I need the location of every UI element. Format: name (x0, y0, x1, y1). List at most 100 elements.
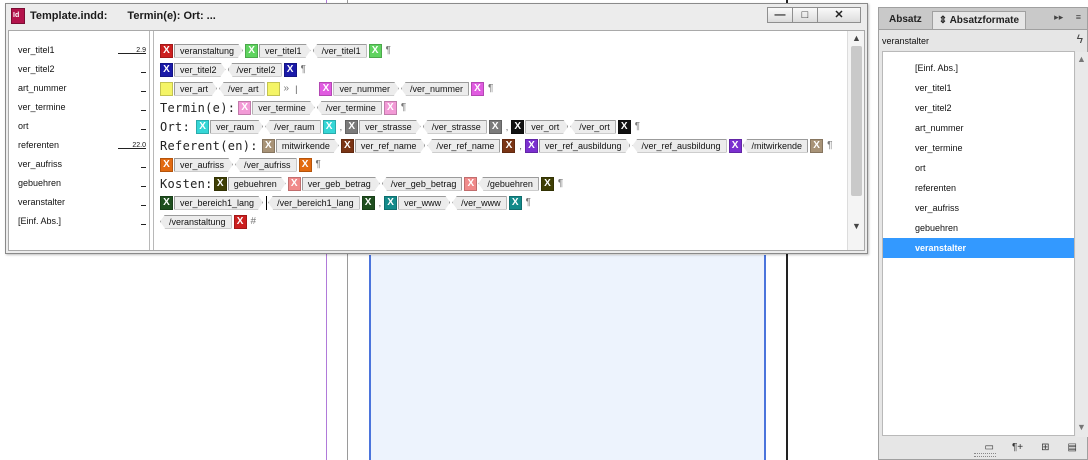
tag-ver-bereich1-lang-close[interactable]: /ver_bereich1_lang (268, 195, 360, 210)
depth-value: 22.0 (132, 142, 146, 149)
tag-gebuehren-close[interactable]: /gebuehren (478, 176, 539, 191)
tag-marker-ver-www-close: X (508, 195, 522, 210)
tag-marker-ver-aufriss: X (160, 157, 173, 172)
maximize-button[interactable]: □ (792, 7, 818, 23)
style-list-item[interactable]: art_nummer (883, 118, 1074, 138)
pilcrow: ¶ (300, 64, 306, 75)
tag-ver-www[interactable]: ver_www (398, 196, 450, 210)
collapse-icon[interactable]: ▸▸ (1054, 12, 1063, 22)
tag-ver-raum[interactable]: ver_raum (210, 120, 263, 134)
tag-ver-www-close[interactable]: /ver_www (452, 195, 507, 210)
delete-style-icon[interactable]: ▤ (1068, 442, 1077, 453)
tab-absatz[interactable]: Absatz (883, 11, 928, 29)
depth-rule (141, 224, 146, 225)
style-column-name: ver_titel2 (18, 64, 55, 74)
scroll-down-icon[interactable]: ▼ (1077, 422, 1086, 432)
tab-absatzformate[interactable]: ⇕ Absatzformate (931, 11, 1027, 29)
tag-mitwirkende-close[interactable]: /mitwirkende (742, 138, 809, 153)
tag-ver-aufriss[interactable]: ver_aufriss (174, 158, 233, 172)
tag-veranstaltung[interactable]: veranstaltung (174, 44, 243, 58)
current-style-label: veranstalter (882, 36, 930, 46)
tag-ver-titel1[interactable]: ver_titel1 (259, 44, 311, 58)
tag-ver-ref-ausbildung-close[interactable]: /ver_ref_ausbildung (632, 138, 727, 153)
tag-veranstaltung-close[interactable]: /veranstaltung (160, 214, 232, 229)
panel-menu-icon[interactable]: ≡ (1076, 12, 1081, 22)
tag-mitwirkende[interactable]: mitwirkende (276, 139, 339, 153)
new-style-icon[interactable]: ⊞ (1041, 442, 1049, 453)
tag-ver-ref-name[interactable]: ver_ref_name (355, 139, 426, 153)
depth-rule (118, 53, 146, 54)
tag-ver-strasse-close[interactable]: /ver_strasse (422, 119, 487, 134)
separator-bar: | (295, 83, 298, 94)
tag-ver-raum-close[interactable]: /ver_raum (265, 119, 321, 134)
scroll-down-icon[interactable]: ▼ (848, 221, 865, 231)
tag-gebuehren[interactable]: gebuehren (228, 177, 286, 191)
style-list-item[interactable]: ort (883, 158, 1074, 178)
tag-ver-termine-close[interactable]: /ver_termine (316, 100, 382, 115)
close-button[interactable]: ✕ (817, 7, 861, 23)
scroll-up-icon[interactable]: ▲ (848, 33, 865, 43)
tag-ver-geb-betrag-close[interactable]: /ver_geb_betrag (381, 176, 463, 191)
style-column-name: gebuehren (18, 178, 62, 188)
scroll-up-icon[interactable]: ▲ (1077, 54, 1086, 64)
tag-ver-titel1-close[interactable]: /ver_titel1 (312, 43, 367, 58)
tag-ver-art-close[interactable]: /ver_art (219, 81, 265, 96)
tag-ver-ref-ausbildung[interactable]: ver_ref_ausbildung (539, 139, 631, 153)
tag-marker-veranstaltung: X (160, 43, 173, 58)
tag-marker-ver-ort: X (511, 119, 525, 134)
tag-ver-nummer-close[interactable]: /ver_nummer (400, 81, 469, 96)
story-scrollbar[interactable]: ▲ ▼ (847, 31, 864, 250)
style-list-item[interactable]: [Einf. Abs.] (883, 58, 1074, 78)
tag-ver-aufriss-close[interactable]: /ver_aufriss (235, 157, 297, 172)
story-editor-window[interactable]: Template.indd: Termin(e): Ort: ... — □ ✕… (5, 3, 868, 254)
tag-ver-ort-close[interactable]: /ver_ort (570, 119, 616, 134)
tag-marker-ver-ref-ausbildung: X (524, 138, 538, 153)
story-line-8: Kosten: Xgebuehren Xver_geb_betrag /ver_… (160, 174, 566, 193)
style-list-item[interactable]: gebuehren (883, 218, 1074, 238)
style-list-item[interactable]: referenten (883, 178, 1074, 198)
tag-marker-ver-ort-close: X (617, 119, 631, 134)
tag-marker-ver-aufriss-close: X (298, 157, 312, 172)
style-list-item[interactable]: ver_titel2 (883, 98, 1074, 118)
story-text-area[interactable]: Xveranstaltung Xver_titel1 /ver_titel1 X … (155, 31, 846, 250)
tag-ver-ort[interactable]: ver_ort (525, 120, 568, 134)
tag-ver-termine[interactable]: ver_termine (252, 101, 315, 115)
tag-marker-ver-ref-name: X (340, 138, 354, 153)
style-list-item[interactable]: ver_termine (883, 138, 1074, 158)
depth-rule (141, 129, 146, 130)
minimize-button[interactable]: — (767, 7, 793, 23)
style-column-name: veranstalter (18, 197, 66, 207)
tag-ver-strasse[interactable]: ver_strasse (359, 120, 421, 134)
tag-ver-bereich1-lang[interactable]: ver_bereich1_lang (174, 196, 263, 210)
text-ort: Ort: (160, 119, 191, 134)
tag-ver-titel2[interactable]: ver_titel2 (174, 63, 226, 77)
style-column-row: art_nummer (18, 79, 148, 98)
style-list-item[interactable]: ver_aufriss (883, 198, 1074, 218)
style-list-item[interactable]: veranstalter (883, 238, 1074, 258)
window-titlebar[interactable]: Template.indd: Termin(e): Ort: ... — □ ✕ (6, 4, 867, 28)
clear-overrides-icon[interactable]: ¶+ (1012, 442, 1023, 453)
pilcrow: ¶ (827, 140, 833, 151)
style-list[interactable]: ▲ ▼ [Einf. Abs.] ver_titel1 ver_titel2 art_… (882, 51, 1088, 437)
tag-ver-nummer[interactable]: ver_nummer (333, 82, 399, 96)
new-style-from-selection-icon[interactable]: ϟ (1077, 32, 1083, 46)
window-subtitle: Termin(e): Ort: ... (127, 10, 216, 22)
resize-grip[interactable] (974, 453, 996, 457)
tag-ver-titel2-close[interactable]: /ver_titel2 (227, 62, 282, 77)
style-list-item[interactable]: ver_titel1 (883, 78, 1074, 98)
story-line-5: Ort: Xver_raum /ver_raum X , Xver_strasse… (160, 117, 643, 136)
scroll-thumb[interactable] (851, 46, 862, 196)
tag-marker-ver-nummer-close: X (470, 81, 484, 96)
style-column-row: ver_aufriss (18, 155, 148, 174)
depth-rule (141, 167, 146, 168)
style-column-name: ort (18, 121, 29, 131)
tag-ver-ref-name-close[interactable]: /ver_ref_name (427, 138, 501, 153)
new-group-icon[interactable]: ▭ (984, 442, 993, 453)
pilcrow: ¶ (525, 197, 532, 208)
tag-ver-art[interactable]: ver_art (174, 82, 217, 96)
story-line-10: /veranstaltung X # (160, 212, 259, 231)
pilcrow: ¶ (315, 159, 321, 170)
list-scrollbar[interactable]: ▲ ▼ (1076, 52, 1088, 437)
style-column-row: ver_termine (18, 98, 148, 117)
tag-ver-geb-betrag[interactable]: ver_geb_betrag (302, 177, 380, 191)
